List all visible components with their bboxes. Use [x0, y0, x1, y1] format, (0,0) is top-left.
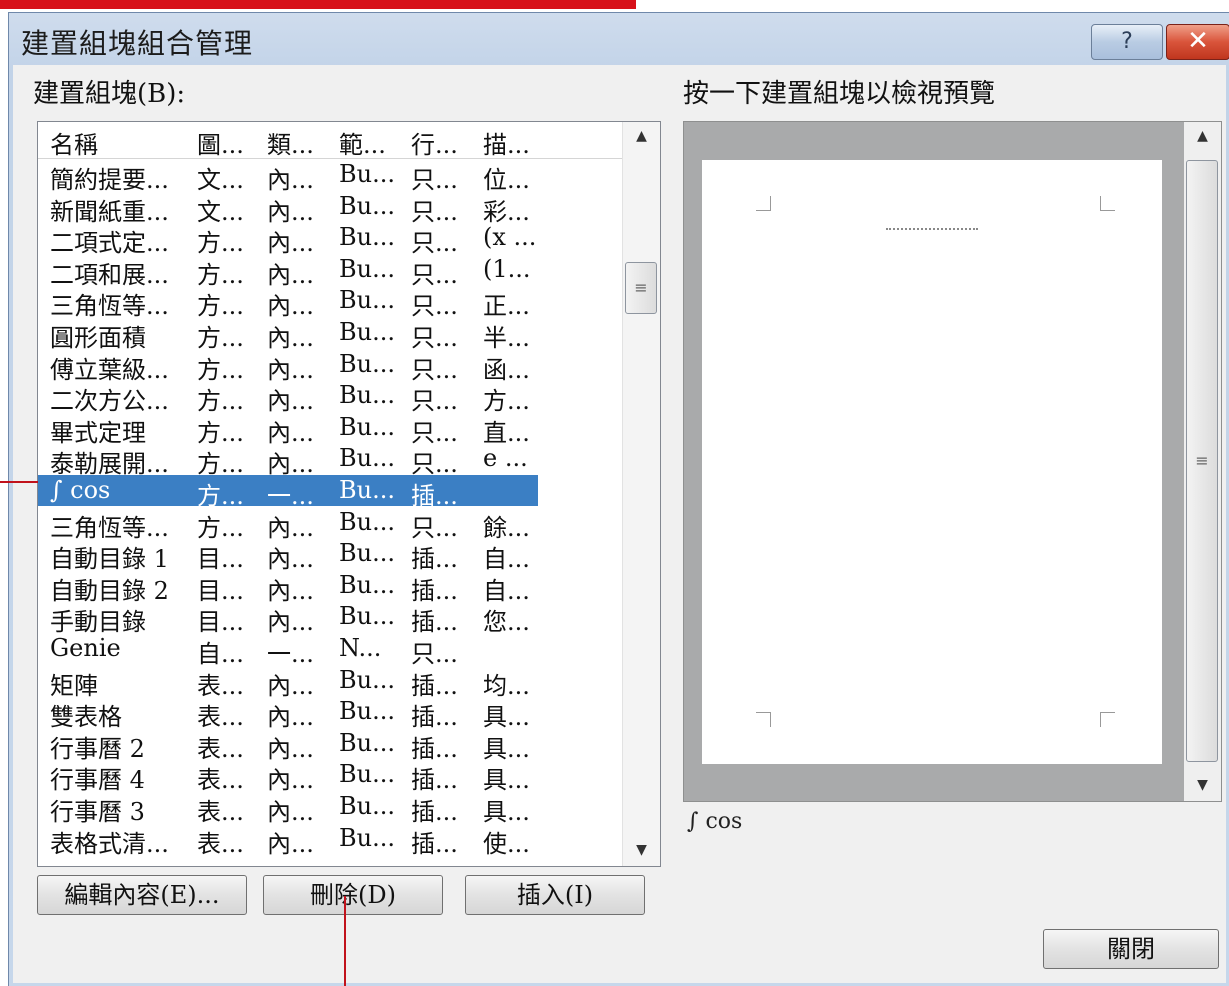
list-cell: Bu...	[339, 318, 395, 346]
preview-scroll-thumb[interactable]: ≡	[1186, 160, 1218, 762]
callout-line-delete-button	[344, 896, 346, 986]
list-cell: Bu...	[339, 349, 395, 378]
list-item[interactable]: 二項和展... 方... 內... Bu... 只... (1...	[38, 254, 538, 289]
list-item[interactable]: 行事曆 4 表... 內... Bu... 插... 具...	[38, 759, 538, 794]
list-cell: Bu...	[339, 539, 395, 568]
building-blocks-organizer-dialog: 建置組塊組合管理 ? ✕ 建置組塊(B): 按一下建置組塊以檢視預覽 名稱 圖.…	[8, 12, 1229, 986]
list-cell: Bu...	[339, 697, 395, 726]
list-cell: Bu...	[339, 570, 395, 599]
list-cell: Bu...	[339, 444, 395, 473]
scroll-down-arrow-icon[interactable]: ▼	[623, 842, 660, 858]
list-item[interactable]: 三角恆等... 方... 內... Bu... 只... 正...	[38, 285, 538, 320]
delete-button[interactable]: 刪除(D)	[263, 875, 443, 915]
column-header-gallery[interactable]: 圖...	[197, 125, 244, 160]
list-item[interactable]: 二項式定... 方... 內... Bu... 只... (x ...	[38, 222, 538, 257]
column-header-name[interactable]: 名稱	[50, 125, 98, 160]
list-item[interactable]: 自動目錄 2 目... 內... Bu... 插... 自...	[38, 570, 538, 605]
list-item[interactable]: 自動目錄 1 目... 內... Bu... 插... 自...	[38, 538, 538, 573]
dialog-client-area: 建置組塊(B): 按一下建置組塊以檢視預覽 名稱 圖... 類... 範... …	[13, 65, 1226, 983]
list-cell: Bu...	[339, 160, 395, 188]
list-header: 名稱 圖... 類... 範... 行... 描...	[38, 122, 624, 159]
dialog-title: 建置組塊組合管理	[21, 27, 254, 60]
list-item[interactable]: 圓形面積 方... 內... Bu... 只... 半...	[38, 317, 538, 352]
formula-preview-thumbnail	[886, 222, 978, 230]
list-item[interactable]: 新聞紙重... 文... 內... Bu... 只... 彩...	[38, 191, 538, 226]
crop-mark-bottom-right	[1100, 712, 1115, 727]
preview-page	[702, 160, 1162, 764]
list-cell: Bu...	[339, 760, 395, 789]
title-bar[interactable]: 建置組塊組合管理 ? ✕	[9, 13, 1229, 65]
preview-scroll-up-icon[interactable]: ▲	[1184, 128, 1221, 144]
list-cell: Bu...	[339, 476, 395, 504]
column-header-behavior[interactable]: 行...	[411, 125, 458, 160]
preview-pane: ▲ ≡ ▼	[683, 121, 1222, 802]
insert-button[interactable]: 插入(I)	[465, 875, 645, 915]
list-item[interactable]: 行事曆 3 表... 內... Bu... 插... 具...	[38, 791, 538, 826]
list-cell: 表...	[197, 829, 244, 858]
list-cell: Bu...	[339, 728, 395, 757]
building-blocks-list[interactable]: 名稱 圖... 類... 範... 行... 描... 簡約提要... 文... 內…	[37, 121, 661, 867]
list-cell: ∫ cos	[50, 476, 111, 504]
crop-mark-top-left	[756, 196, 771, 211]
crop-mark-top-right	[1100, 196, 1115, 211]
list-item[interactable]: 行事曆 2 表... 內... Bu... 插... 具...	[38, 728, 538, 763]
list-item[interactable]: 三角恆等... 方... 內... Bu... 只... 餘...	[38, 507, 538, 542]
list-cell: Bu...	[339, 254, 395, 283]
column-header-description[interactable]: 描...	[483, 125, 530, 160]
scroll-thumb[interactable]: ≡	[625, 262, 657, 314]
list-cell: (x ...	[483, 223, 537, 252]
list-cell: Bu...	[339, 381, 395, 410]
list-item[interactable]: 手動目錄 目... 內... Bu... 插... 您...	[38, 601, 538, 636]
callout-line-selected-item	[0, 481, 38, 483]
preview-scrollbar[interactable]: ▲ ≡ ▼	[1184, 122, 1221, 801]
list-cell: Bu...	[339, 507, 395, 536]
column-header-template[interactable]: 範...	[339, 125, 386, 160]
list-item[interactable]: 傅立葉級... 方... 內... Bu... 只... 函...	[38, 349, 538, 384]
list-cell: Bu...	[339, 823, 395, 852]
list-item[interactable]: Genie 自... 一... N... 只...	[38, 633, 538, 668]
list-cell: 表格式清...	[50, 829, 169, 858]
building-blocks-label: 建置組塊(B):	[33, 79, 186, 109]
close-window-button[interactable]: ✕	[1166, 24, 1229, 60]
list-cell: Bu...	[339, 191, 395, 220]
list-item[interactable]: 矩陣 表... 內... Bu... 插... 均...	[38, 665, 538, 700]
list-cell: e ...	[483, 444, 528, 473]
column-header-category[interactable]: 類...	[267, 125, 314, 160]
list-cell: Bu...	[339, 602, 395, 631]
list-item[interactable]: 簡約提要... 文... 內... Bu... 只... 位...	[38, 159, 538, 194]
list-cell: Bu...	[339, 286, 395, 315]
scroll-up-arrow-icon[interactable]: ▲	[623, 128, 660, 144]
list-cell: Bu...	[339, 412, 395, 441]
crop-mark-bottom-left	[756, 712, 771, 727]
list-cell: N...	[339, 634, 382, 662]
red-header-strip	[0, 0, 636, 9]
preview-scroll-down-icon[interactable]: ▼	[1184, 777, 1221, 793]
edit-properties-button[interactable]: 編輯內容(E)...	[37, 875, 247, 915]
list-item[interactable]: 二次方公... 方... 內... Bu... 只... 方...	[38, 380, 538, 415]
preview-label: 按一下建置組塊以檢視預覽	[683, 79, 996, 109]
list-cell: Bu...	[339, 223, 395, 252]
list-cell: Bu...	[339, 665, 395, 694]
list-item[interactable]: 表格式清... 表... 內... Bu... 插... 使...	[38, 823, 538, 858]
preview-caption: ∫ cos	[687, 809, 743, 834]
list-item[interactable]: 畢式定理 方... 內... Bu... 只... 直...	[38, 412, 538, 447]
help-button[interactable]: ?	[1091, 24, 1163, 60]
list-cell: (1...	[483, 254, 531, 283]
list-cell: 插...	[411, 829, 458, 858]
list-item[interactable]: 泰勒展開... 方... 內... Bu... 只... e ...	[38, 443, 538, 478]
close-button[interactable]: 關閉	[1043, 929, 1219, 969]
list-item-selected[interactable]: ∫ cos 方... 一... Bu... 插...	[38, 475, 538, 510]
list-cell: 使...	[483, 829, 530, 858]
list-item[interactable]: 雙表格 表... 內... Bu... 插... 具...	[38, 696, 538, 731]
list-scrollbar[interactable]: ▲ ≡ ▼	[622, 122, 660, 866]
list-cell: 內...	[267, 829, 314, 858]
list-cell: Genie	[50, 634, 121, 662]
list-cell: Bu...	[339, 792, 395, 820]
